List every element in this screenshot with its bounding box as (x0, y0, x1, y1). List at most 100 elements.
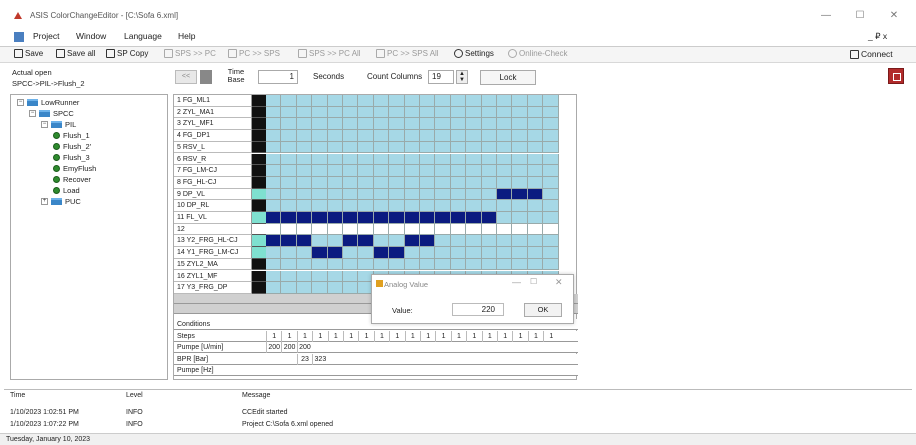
grid-cell[interactable] (389, 212, 405, 224)
grid-cell[interactable] (404, 223, 420, 236)
grid-cell[interactable] (343, 270, 359, 283)
grid-cell[interactable] (497, 235, 513, 248)
grid-cell[interactable] (281, 95, 297, 107)
grid-cell[interactable] (512, 165, 528, 177)
grid-cell[interactable] (497, 106, 513, 119)
grid-cell[interactable] (266, 223, 282, 236)
grid-cell[interactable] (543, 223, 559, 236)
grid-cell[interactable] (543, 235, 559, 248)
grid-cell[interactable] (481, 95, 497, 107)
pc-to-sps-button[interactable]: PC >> SPS (228, 49, 280, 58)
expand-toggle-icon[interactable]: − (29, 110, 36, 117)
minimize-button[interactable]: — (816, 8, 836, 24)
grid-cell[interactable] (281, 165, 297, 177)
menu-window[interactable]: Window (76, 31, 106, 41)
parameter-value[interactable]: 1 (543, 330, 558, 342)
grid-cell[interactable] (373, 95, 390, 107)
grid-cell[interactable] (281, 176, 297, 189)
grid-cell[interactable] (327, 212, 343, 224)
grid-cell[interactable] (312, 95, 328, 107)
grid-cell[interactable] (389, 223, 405, 236)
grid-cell[interactable] (497, 153, 513, 166)
grid-cell[interactable] (358, 95, 374, 107)
parameter-value[interactable]: 1 (373, 330, 389, 342)
grid-cell[interactable] (481, 200, 497, 212)
alert-icon[interactable] (888, 68, 904, 84)
grid-cell[interactable] (327, 118, 343, 131)
grid-cell[interactable] (343, 223, 359, 236)
menu-help[interactable]: Help (178, 31, 195, 41)
parameter-value[interactable]: 1 (466, 330, 481, 342)
lock-button[interactable]: Lock (480, 70, 536, 85)
grid-cell[interactable] (312, 118, 328, 131)
grid-cell[interactable] (450, 130, 467, 142)
grid-cell[interactable] (266, 247, 282, 259)
grid-cell[interactable] (481, 247, 497, 259)
grid-cell[interactable] (281, 106, 297, 119)
grid-cell[interactable] (373, 235, 390, 248)
grid-cell[interactable] (481, 141, 497, 154)
grid-cell[interactable] (497, 118, 513, 131)
grid-cell[interactable] (420, 247, 436, 259)
grid-cell[interactable] (435, 95, 451, 107)
grid-cell[interactable] (527, 130, 544, 142)
grid-cell[interactable] (466, 235, 482, 248)
grid-cell[interactable] (312, 141, 328, 154)
grid-cell[interactable] (266, 176, 282, 189)
grid-cell[interactable] (327, 200, 343, 212)
parameter-value[interactable]: 1 (296, 330, 312, 342)
grid-cell[interactable] (296, 223, 313, 236)
grid-cell[interactable] (543, 212, 559, 224)
grid-cell[interactable] (266, 165, 282, 177)
grid-cell[interactable] (435, 153, 451, 166)
parameter-value[interactable]: 1 (497, 330, 512, 342)
grid-cell[interactable] (373, 258, 390, 271)
grid-cell[interactable] (420, 130, 436, 142)
grid-cell[interactable] (312, 165, 328, 177)
grid-cell[interactable] (343, 141, 359, 154)
parameter-value[interactable]: 200 (296, 342, 312, 353)
close-button[interactable]: ✕ (884, 8, 904, 24)
grid-cell[interactable] (389, 188, 405, 201)
grid-cell[interactable] (373, 141, 390, 154)
grid-cell[interactable] (281, 212, 297, 224)
grid-cell[interactable] (466, 130, 482, 142)
grid-cell[interactable] (450, 223, 467, 236)
grid-cell[interactable] (343, 235, 359, 248)
grid-cell[interactable] (312, 188, 328, 201)
grid-cell[interactable] (404, 106, 420, 119)
grid-cell[interactable] (312, 153, 328, 166)
grid-cell[interactable] (512, 258, 528, 271)
grid-cell[interactable] (343, 176, 359, 189)
grid-cell[interactable] (266, 106, 282, 119)
grid-cell[interactable] (404, 153, 420, 166)
grid-cell[interactable] (543, 95, 559, 107)
parameter-value[interactable]: 1 (435, 330, 450, 342)
grid-cell[interactable] (358, 176, 374, 189)
grid-cell[interactable] (312, 247, 328, 259)
grid-cell[interactable] (512, 153, 528, 166)
grid-cell[interactable] (389, 118, 405, 131)
grid-cell[interactable] (497, 141, 513, 154)
parameter-value[interactable]: 323 (312, 353, 327, 365)
grid-cell[interactable] (435, 130, 451, 142)
grid-cell[interactable] (358, 118, 374, 131)
grid-cell[interactable] (435, 235, 451, 248)
grid-cell[interactable] (450, 95, 467, 107)
grid-cell[interactable] (389, 200, 405, 212)
time-nav-button[interactable]: << (175, 70, 197, 84)
grid-cell[interactable] (435, 106, 451, 119)
grid-cell[interactable] (527, 223, 544, 236)
grid-cell[interactable] (296, 200, 313, 212)
grid-cell[interactable] (281, 258, 297, 271)
grid-cell[interactable] (296, 165, 313, 177)
expand-toggle-icon[interactable]: − (41, 121, 48, 128)
grid-cell[interactable] (512, 188, 528, 201)
tree-item[interactable]: + PUC (41, 197, 81, 206)
tree-item[interactable]: Flush_1 (53, 131, 90, 140)
grid-cell[interactable] (358, 258, 374, 271)
grid-cell[interactable] (343, 212, 359, 224)
grid-cell[interactable] (450, 212, 467, 224)
grid-cell[interactable] (266, 235, 282, 248)
grid-cell[interactable] (327, 106, 343, 119)
